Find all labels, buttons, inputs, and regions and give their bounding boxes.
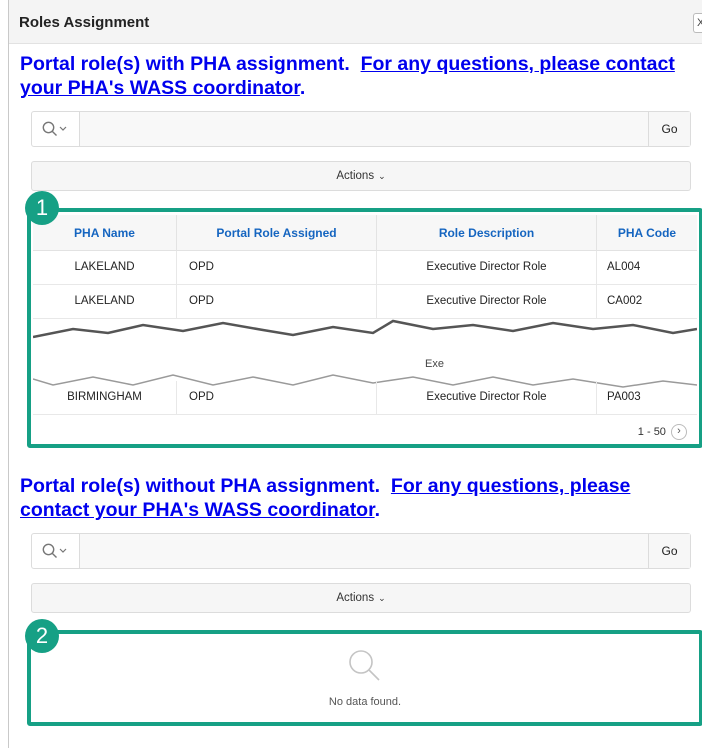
- close-icon: X: [697, 17, 702, 29]
- search-toolbar: Go: [31, 111, 691, 147]
- search-column-button[interactable]: [32, 534, 80, 568]
- dialog-title: Roles Assignment: [19, 14, 150, 31]
- actions-label: Actions: [336, 170, 375, 182]
- section-heading-text: Portal role(s) without PHA assignment.: [20, 475, 381, 497]
- section-heading-without-pha: Portal role(s) without PHA assignment. F…: [20, 475, 631, 521]
- search-column-button[interactable]: [32, 112, 80, 146]
- actions-menu-button[interactable]: Actions ⌄: [31, 161, 691, 191]
- actions-label: Actions: [336, 592, 375, 604]
- actions-menu-button[interactable]: Actions ⌄: [31, 583, 691, 613]
- roles-assignment-dialog: Roles Assignment X Portal role(s) with P…: [8, 0, 702, 748]
- go-button[interactable]: Go: [648, 112, 690, 146]
- search-icon: [42, 121, 67, 136]
- go-button[interactable]: Go: [648, 534, 690, 568]
- callout-box-1: [27, 208, 702, 448]
- callout-badge-1: 1: [25, 191, 59, 225]
- chevron-down-icon: ⌄: [378, 593, 386, 603]
- section-heading-text: Portal role(s) with PHA assignment.: [20, 53, 350, 75]
- search-toolbar: Go: [31, 533, 691, 569]
- section-heading-with-pha: Portal role(s) with PHA assignment. For …: [20, 53, 675, 99]
- callout-badge-2: 2: [25, 619, 59, 653]
- search-input[interactable]: [80, 112, 650, 146]
- chevron-down-icon: ⌄: [378, 171, 386, 181]
- close-button[interactable]: X: [693, 13, 702, 33]
- search-icon: [42, 543, 67, 558]
- search-input[interactable]: [80, 534, 650, 568]
- callout-box-2: [27, 630, 702, 726]
- dialog-header: Roles Assignment X: [9, 0, 702, 44]
